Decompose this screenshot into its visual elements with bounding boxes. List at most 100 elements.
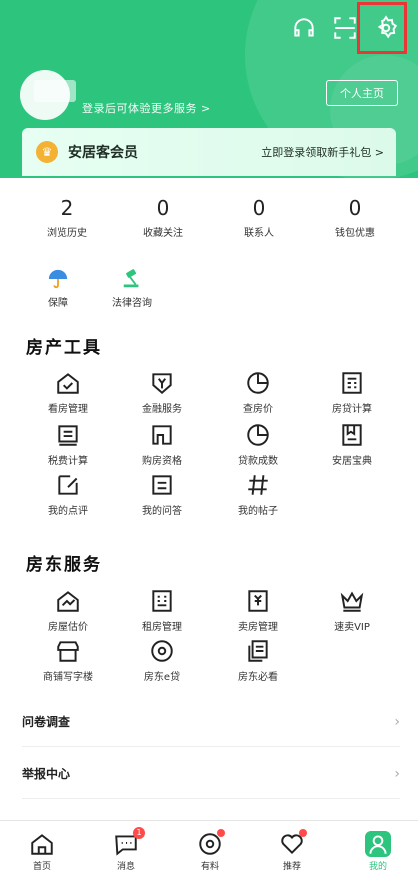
- mini-service-protection[interactable]: 保障: [28, 268, 88, 309]
- section-title-landlord: 房东服务: [26, 555, 102, 575]
- home-icon: [29, 831, 55, 857]
- landlord-label: 商铺写字楼: [43, 672, 93, 683]
- disc-icon: [197, 829, 225, 857]
- notification-dot: [217, 829, 225, 837]
- settings-highlight: [357, 2, 407, 54]
- crown-icon: ♛: [36, 141, 58, 163]
- landlord-eloan[interactable]: 房东e贷: [122, 638, 202, 683]
- member-cta[interactable]: 立即登录领取新手礼包 >: [261, 144, 384, 160]
- bookmark-icon: [149, 422, 175, 448]
- tab-label: 首页: [32, 862, 51, 872]
- shield-yen-icon: [149, 370, 175, 396]
- tab-messages[interactable]: 1 消息: [96, 827, 156, 872]
- username-blurred: [34, 80, 76, 102]
- tab-label: 消息: [116, 862, 135, 872]
- tool-label: 房贷计算: [332, 404, 372, 415]
- gavel-icon: [121, 268, 143, 290]
- bottom-nav: 首页 1 消息 有料 推荐 我的: [0, 820, 418, 880]
- monitor-icon: [55, 422, 81, 448]
- tool-label: 金融服务: [142, 404, 182, 415]
- tool-label: 贷款成数: [238, 456, 278, 467]
- tool-my-qa[interactable]: 我的问答: [122, 472, 202, 517]
- tab-feed[interactable]: 有料: [180, 829, 240, 872]
- user-icon: [365, 831, 391, 857]
- doc-stack-icon: [245, 638, 271, 664]
- message-icon: 1: [113, 827, 145, 857]
- row-report-center[interactable]: 举报中心 ›: [22, 749, 400, 799]
- umbrella-icon: [47, 268, 69, 290]
- tab-label: 推荐: [282, 862, 301, 872]
- tool-finance[interactable]: 金融服务: [122, 370, 202, 415]
- tab-home[interactable]: 首页: [12, 831, 72, 872]
- stat-label: 钱包优惠: [335, 228, 375, 239]
- profile-button[interactable]: 个人主页: [326, 80, 398, 106]
- notification-dot: [299, 829, 307, 837]
- message-badge: 1: [133, 827, 145, 839]
- tool-label: 看房管理: [48, 404, 88, 415]
- mini-service-legal[interactable]: 法律咨询: [102, 268, 162, 309]
- book-icon: [339, 422, 365, 448]
- landlord-must-read[interactable]: 房东必看: [218, 638, 298, 683]
- calculator-icon: [339, 370, 365, 396]
- doc-icon: [149, 472, 175, 498]
- tool-mortgage-calc[interactable]: 房贷计算: [312, 370, 392, 415]
- tab-label: 有料: [200, 862, 219, 872]
- chevron-right-icon: ›: [394, 765, 400, 782]
- house-chart-icon: [55, 588, 81, 614]
- landlord-sell-manage[interactable]: 卖房管理: [218, 588, 298, 633]
- stat-wallet[interactable]: 0 钱包优惠: [307, 196, 403, 239]
- headset-icon[interactable]: [288, 12, 320, 44]
- stat-label: 联系人: [244, 228, 274, 239]
- landlord-label: 租房管理: [142, 622, 182, 633]
- tool-label: 安居宝典: [332, 456, 372, 467]
- clock-pie-icon: [245, 422, 271, 448]
- landlord-label: 房屋估价: [48, 622, 88, 633]
- tab-mine[interactable]: 我的: [348, 831, 408, 872]
- tool-loan-ratio[interactable]: 贷款成数: [218, 422, 298, 467]
- tool-handbook[interactable]: 安居宝典: [312, 422, 392, 467]
- tool-label: 我的帖子: [238, 506, 278, 517]
- coin-icon: [149, 638, 175, 664]
- stat-num: 0: [156, 196, 170, 220]
- tool-my-reviews[interactable]: 我的点评: [28, 472, 108, 517]
- row-label: 问卷调查: [22, 715, 71, 729]
- row-survey[interactable]: 问卷调查 ›: [22, 697, 400, 747]
- house-check-icon: [55, 370, 81, 396]
- login-hint[interactable]: 登录后可体验更多服务 >: [82, 100, 211, 116]
- chevron-right-icon: ›: [394, 713, 400, 730]
- stat-num: 0: [252, 196, 266, 220]
- pie-chart-icon: [245, 370, 271, 396]
- hashtag-icon: [245, 472, 271, 498]
- stat-contacts[interactable]: 0 联系人: [211, 196, 307, 239]
- mini-label: 保障: [48, 298, 68, 309]
- landlord-vip[interactable]: 速卖VIP: [312, 588, 392, 633]
- landlord-label: 房东e贷: [143, 672, 181, 683]
- landlord-label: 房东必看: [238, 672, 278, 683]
- building-icon: [149, 588, 175, 614]
- stat-favorites[interactable]: 0 收藏关注: [115, 196, 211, 239]
- member-title: 安居客会员: [68, 145, 138, 161]
- tool-tax-calc[interactable]: 税费计算: [28, 422, 108, 467]
- landlord-rent-manage[interactable]: 租房管理: [122, 588, 202, 633]
- tool-my-posts[interactable]: 我的帖子: [218, 472, 298, 517]
- landlord-valuation[interactable]: 房屋估价: [28, 588, 108, 633]
- landlord-shop-office[interactable]: 商铺写字楼: [28, 638, 108, 683]
- crown-outline-icon: [339, 588, 365, 614]
- landlord-label: 卖房管理: [238, 622, 278, 633]
- stat-label: 收藏关注: [143, 228, 183, 239]
- stat-label: 浏览历史: [47, 228, 87, 239]
- stat-num: 0: [348, 196, 362, 220]
- member-banner[interactable]: ♛ 安居客会员 立即登录领取新手礼包 >: [22, 128, 396, 176]
- mini-label: 法律咨询: [112, 298, 152, 309]
- tab-recommend[interactable]: 推荐: [262, 829, 322, 872]
- yen-doc-icon: [245, 588, 271, 614]
- tab-label: 我的: [368, 862, 387, 872]
- tool-label: 查房价: [243, 404, 273, 415]
- tool-label: 我的点评: [48, 506, 88, 517]
- stat-history[interactable]: 2 浏览历史: [19, 196, 115, 239]
- tool-house-price[interactable]: 查房价: [218, 370, 298, 415]
- row-label: 举报中心: [22, 767, 71, 781]
- tool-viewing-manage[interactable]: 看房管理: [28, 370, 108, 415]
- tool-qualification[interactable]: 购房资格: [122, 422, 202, 467]
- landlord-label: 速卖VIP: [334, 622, 370, 633]
